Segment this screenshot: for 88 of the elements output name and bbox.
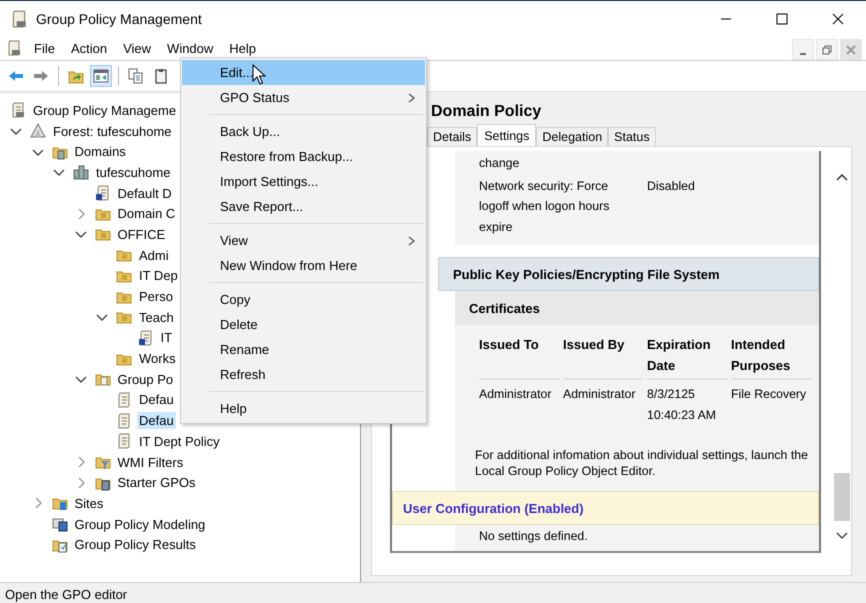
restore-button[interactable] <box>816 39 838 60</box>
subsection-header[interactable]: Certificates <box>455 291 819 325</box>
tree-item[interactable]: IT Dep <box>137 267 180 284</box>
menu-item[interactable]: View <box>182 228 425 253</box>
menu-item[interactable]: GPO Status <box>182 85 425 110</box>
tree-item[interactable]: Group Po <box>116 370 176 388</box>
menu-item[interactable]: Import Settings... <box>182 169 425 194</box>
minimize-icon <box>800 52 806 54</box>
policy-title: Domain Policy <box>431 102 542 122</box>
tree-item[interactable]: Works <box>137 350 178 368</box>
setting-name: change <box>479 155 520 172</box>
tree-item[interactable]: Admi <box>137 246 171 264</box>
column-header: Issued By <box>563 335 643 380</box>
table-cell-text: 8/3/2125 10:40:23 AM <box>647 386 718 424</box>
tree-item[interactable]: IT <box>158 329 174 346</box>
tree-item[interactable]: Group Policy Results <box>72 536 198 554</box>
table-cell-text: File Recovery <box>731 386 808 403</box>
menu-item[interactable]: Save Report... <box>182 194 425 219</box>
tree-item[interactable]: Group Policy Manageme <box>31 102 178 119</box>
menu-item[interactable]: File <box>26 38 63 58</box>
menu-item[interactable]: Window <box>159 38 222 58</box>
window-title: Group Policy Management <box>36 10 203 26</box>
column-header: Expiration Date <box>647 335 727 380</box>
document-icon <box>94 185 110 202</box>
menu-item[interactable]: Refresh <box>182 362 425 387</box>
menu-item[interactable]: Delete <box>182 312 425 337</box>
menu-item[interactable]: Edit... <box>182 60 425 85</box>
close-icon <box>832 12 844 24</box>
document-icon <box>116 392 132 408</box>
column-header: Issued To <box>479 335 559 380</box>
document-icon <box>116 412 132 429</box>
tree-item[interactable]: Group Policy Modeling <box>72 516 208 533</box>
menu-item[interactable]: Restore from Backup... <box>182 144 425 169</box>
tree-item[interactable]: WMI Filters <box>116 454 186 471</box>
tree-item[interactable]: Default D <box>116 184 174 202</box>
document-icon <box>116 433 132 450</box>
menu-item[interactable]: Rename <box>182 337 425 362</box>
info-note: For additional infomation about individual settings, launch the Local Group Policy Object Editor. <box>475 447 809 480</box>
menu-item[interactable]: Back Up... <box>182 119 425 144</box>
status-text: Open the GPO editor <box>0 582 866 603</box>
menu-item[interactable]: View <box>115 38 160 58</box>
section-header[interactable]: Public Key Policies/Encrypting File System <box>438 257 819 291</box>
computer-icon <box>73 164 89 180</box>
tree-item[interactable]: Domain C <box>116 205 178 222</box>
scroll-thumb[interactable] <box>834 473 850 521</box>
tree-item[interactable]: Teach <box>137 308 176 326</box>
app-icon <box>10 10 28 28</box>
tree-item[interactable]: Sites <box>72 494 106 512</box>
table-cell-text: Administrator <box>563 386 636 403</box>
tree-item[interactable]: Defau <box>137 391 176 408</box>
restore-icon <box>822 44 832 54</box>
tree-item[interactable]: OFFICE <box>116 226 168 243</box>
copy-icon <box>128 68 144 84</box>
setting-name: Network security: Force logoff when logon hours expire <box>479 178 610 236</box>
maximize-icon <box>776 12 788 24</box>
setting-value: Disabled <box>647 178 695 194</box>
tab[interactable]: Settings <box>477 124 536 146</box>
forward-arrow-icon <box>33 68 49 84</box>
tree-item[interactable]: tufescuhome <box>94 164 172 181</box>
table-cell-text: Administrator <box>479 386 552 403</box>
tree-item[interactable]: IT Dept Policy <box>137 432 222 450</box>
menu-item[interactable]: Copy <box>182 287 425 312</box>
tree-item[interactable]: Forest: tufescuhome <box>51 122 174 140</box>
cursor-icon <box>252 64 266 86</box>
tab[interactable]: Delegation <box>536 127 608 146</box>
menu-item[interactable]: Help <box>221 38 264 58</box>
menu-item[interactable]: New Window from Here <box>182 253 425 278</box>
document-icon <box>138 330 154 346</box>
menu-item[interactable]: Help <box>182 396 425 421</box>
menu-item[interactable]: Action <box>62 38 116 58</box>
section-header[interactable]: User Configuration (Enabled) <box>392 491 819 525</box>
column-header: Intended Purposes <box>731 335 811 380</box>
computer-icon <box>52 516 68 532</box>
tree-item[interactable]: Domains <box>72 143 128 160</box>
tree-pane-icon <box>93 68 109 84</box>
app-icon[interactable] <box>6 40 22 56</box>
back-arrow-icon <box>8 68 24 84</box>
tab[interactable]: Status <box>608 127 656 146</box>
minimize-button[interactable] <box>792 39 814 60</box>
close-icon <box>846 44 856 54</box>
triangle-icon <box>30 123 46 140</box>
clipboard-icon <box>153 68 169 84</box>
info-note: No settings defined. <box>479 529 588 543</box>
tree-item[interactable]: Perso <box>137 288 175 306</box>
tab[interactable]: Details <box>427 127 478 146</box>
tree-item[interactable]: Defau <box>137 412 176 430</box>
tree-item[interactable]: Starter GPOs <box>116 474 198 492</box>
tree-pane-button[interactable] <box>90 65 112 87</box>
